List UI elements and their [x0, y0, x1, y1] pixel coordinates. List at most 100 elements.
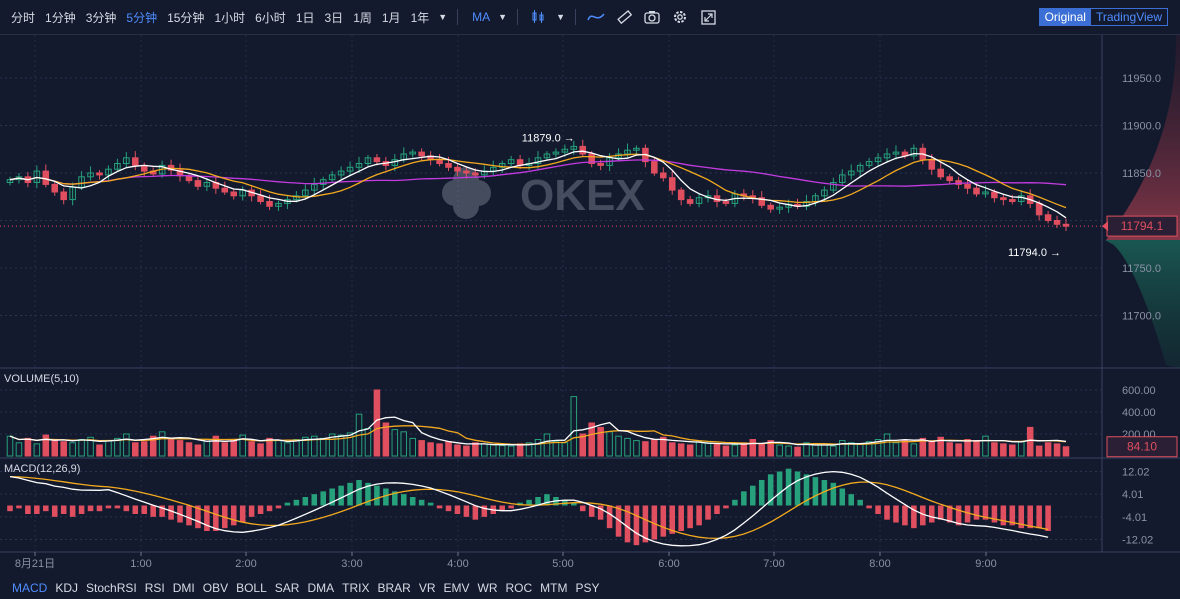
macd-histogram-bar — [51, 505, 58, 517]
timeframe-10[interactable]: 1月 — [377, 9, 406, 26]
candle-body — [472, 172, 479, 176]
indicator-tab-roc[interactable]: ROC — [502, 581, 537, 595]
volume-bar — [400, 431, 408, 457]
macd-histogram-bar — [383, 488, 389, 506]
macd-histogram-bar — [1000, 505, 1007, 526]
candlestick-icon[interactable] — [529, 8, 547, 26]
timeframe-9[interactable]: 1周 — [348, 9, 377, 26]
indicator-tab-psy[interactable]: PSY — [572, 581, 604, 595]
volume-bar — [221, 442, 229, 457]
indicator-tab-stochrsi[interactable]: StochRSI — [82, 581, 141, 595]
volume-bar — [982, 435, 989, 457]
chevron-down-icon[interactable]: ▼ — [552, 12, 569, 22]
candle-body — [991, 191, 998, 199]
macd-tick-label: -12.02 — [1122, 535, 1153, 547]
macd-histogram — [7, 468, 1051, 547]
timeframe-7[interactable]: 1日 — [291, 9, 320, 26]
indicator-tab-dmi[interactable]: DMI — [169, 581, 199, 595]
indicator-tab-macd[interactable]: MACD — [0, 581, 51, 595]
volume-bar — [785, 445, 792, 457]
indicator-tab-rsi[interactable]: RSI — [141, 581, 169, 595]
macd-histogram-bar — [508, 505, 514, 509]
volume-bar — [418, 440, 425, 457]
volume-bar — [991, 442, 998, 457]
timeframe-5[interactable]: 1小时 — [209, 9, 250, 26]
timeframe-3[interactable]: 5分钟 — [121, 9, 162, 26]
macd-histogram-bar — [204, 505, 210, 531]
indicator-tab-boll[interactable]: BOLL — [232, 581, 271, 595]
macd-histogram-bar — [750, 485, 756, 506]
indicator-tab-brar[interactable]: BRAR — [373, 581, 414, 595]
volume-bar — [955, 443, 962, 457]
indicator-tab-mtm[interactable]: MTM — [536, 581, 571, 595]
macd-histogram-bar — [400, 494, 407, 506]
view-original-button[interactable]: Original — [1039, 9, 1091, 25]
macd-histogram-bar — [579, 505, 586, 512]
macd-histogram-bar — [633, 505, 640, 546]
volume-bar — [1062, 446, 1070, 457]
macd-histogram-bar — [418, 499, 425, 506]
timeframe-2[interactable]: 3分钟 — [81, 9, 122, 26]
volume-bar — [319, 437, 327, 457]
candle-body — [964, 183, 971, 189]
candle-body — [946, 176, 953, 182]
timeframe-0[interactable]: 分时 — [6, 9, 40, 26]
current-price-pointer — [1102, 221, 1108, 232]
candle-body — [1053, 220, 1061, 225]
indicator-tab-dma[interactable]: DMA — [303, 581, 338, 595]
macd-histogram-bar — [87, 505, 94, 512]
indicator-tab-obv[interactable]: OBV — [199, 581, 232, 595]
volume-bar — [194, 444, 202, 457]
chevron-down-icon[interactable]: ▼ — [434, 12, 451, 22]
candle-body — [597, 163, 604, 166]
time-axis-label: 9:00 — [975, 558, 996, 570]
indicator-tab-sar[interactable]: SAR — [271, 581, 304, 595]
timeframe-6[interactable]: 6小时 — [250, 9, 291, 26]
volume-bar — [516, 443, 524, 457]
macd-histogram-bar — [893, 505, 899, 523]
candle-body — [1000, 197, 1007, 201]
macd-histogram-bar — [937, 505, 944, 520]
timeframe-1[interactable]: 1分钟 — [40, 9, 81, 26]
volume-bar — [776, 444, 783, 457]
indicator-tab-kdj[interactable]: KDJ — [51, 581, 82, 595]
volume-bar — [624, 437, 631, 457]
macd-histogram-bar — [25, 505, 31, 514]
timeframe-4[interactable]: 15分钟 — [162, 9, 209, 26]
volume-bar — [78, 439, 85, 457]
drawing-ruler-icon[interactable] — [615, 8, 633, 26]
gear-icon[interactable] — [671, 8, 689, 26]
macd-histogram-bar — [660, 505, 667, 537]
view-tradingview-button[interactable]: TradingView — [1091, 9, 1167, 25]
indicator-tab-wr[interactable]: WR — [474, 581, 502, 595]
macd-histogram-bar — [409, 497, 416, 506]
volume-bar — [973, 440, 980, 457]
macd-histogram-bar — [7, 505, 13, 512]
timeframe-8[interactable]: 3日 — [320, 9, 349, 26]
candle-body — [973, 187, 980, 195]
macd-histogram-bar — [848, 494, 854, 506]
candle-body — [194, 180, 202, 187]
timeframe-11[interactable]: 1年 — [406, 9, 435, 26]
macd-histogram-bar — [758, 480, 765, 506]
macd-histogram-bar — [427, 502, 434, 506]
volume-bar — [445, 441, 452, 457]
volume-bar — [713, 443, 721, 457]
kline-chart[interactable]: OKEX 11950.011900.011850.011800.011750.0… — [0, 35, 1180, 577]
chevron-down-icon[interactable]: ▼ — [494, 12, 511, 22]
volume-bar — [695, 441, 703, 457]
macd-histogram-bar — [114, 505, 121, 509]
line-style-icon[interactable] — [587, 8, 605, 26]
indicator-tab-trix[interactable]: TRIX — [338, 581, 373, 595]
time-axis-label: 7:00 — [763, 558, 784, 570]
indicator-select[interactable]: MA — [464, 10, 494, 24]
volume-bar — [427, 442, 434, 457]
macd-histogram-bar — [794, 471, 801, 506]
indicator-tab-vr[interactable]: VR — [415, 581, 440, 595]
volume-bar — [838, 440, 846, 457]
candle-body — [96, 172, 103, 176]
volume-tick-label: 600.00 — [1122, 385, 1156, 397]
indicator-tab-emv[interactable]: EMV — [439, 581, 473, 595]
fullscreen-icon[interactable] — [699, 8, 717, 26]
camera-icon[interactable] — [643, 8, 661, 26]
